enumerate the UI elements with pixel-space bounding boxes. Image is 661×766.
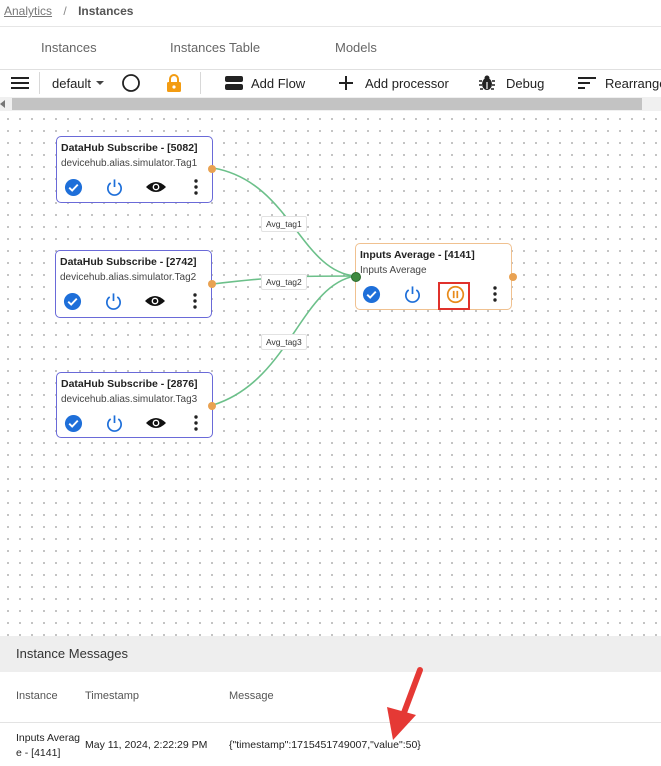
highlight-box	[438, 282, 470, 310]
node-subtitle: devicehub.alias.simulator.Tag1	[61, 158, 198, 169]
node-title: Inputs Average - [4141]	[360, 249, 475, 261]
flow-select-value: default	[52, 75, 92, 91]
flow-select[interactable]: default	[52, 69, 105, 97]
edge-label-avg-tag2[interactable]: Avg_tag2	[261, 274, 307, 290]
add-flow-button[interactable]: Add Flow	[224, 69, 305, 97]
flow-node[interactable]: DataHub Subscribe - [5082] devicehub.ali…	[56, 136, 216, 203]
table-divider	[0, 722, 661, 723]
power-icon[interactable]	[104, 413, 124, 433]
breadcrumb-separator: /	[63, 4, 67, 18]
check-icon[interactable]	[62, 291, 82, 311]
check-icon[interactable]	[361, 284, 381, 304]
rearrange-button[interactable]: Rearrange	[578, 69, 661, 97]
node-title: DataHub Subscribe - [2876]	[61, 378, 198, 390]
tab-models[interactable]: Models	[335, 40, 377, 55]
tab-instances-table[interactable]: Instances Table	[170, 40, 260, 55]
toolbar-divider	[39, 72, 40, 94]
output-port[interactable]	[208, 280, 216, 288]
check-icon[interactable]	[63, 413, 83, 433]
add-flow-icon	[225, 76, 243, 90]
eye-icon[interactable]	[145, 177, 167, 197]
power-icon[interactable]	[104, 177, 124, 197]
node-subtitle: devicehub.alias.simulator.Tag2	[60, 272, 197, 283]
instance-messages-header: Instance Messages	[0, 636, 661, 672]
debug-button[interactable]: Debug	[478, 69, 544, 97]
check-icon[interactable]	[63, 177, 83, 197]
add-processor-label: Add processor	[365, 75, 449, 91]
eye-icon[interactable]	[144, 291, 166, 311]
scroll-left-icon[interactable]	[0, 100, 5, 108]
input-port[interactable]	[351, 272, 361, 282]
eye-icon[interactable]	[145, 413, 167, 433]
column-header-instance: Instance	[16, 690, 58, 702]
tab-bar: Instances Instances Table Models	[0, 26, 661, 70]
output-port[interactable]	[509, 273, 517, 281]
add-flow-label: Add Flow	[251, 75, 306, 91]
messages-table: Instance Timestamp Message Inputs Averag…	[0, 672, 661, 766]
scrollbar-thumb[interactable]	[12, 98, 642, 110]
circle-icon	[122, 74, 140, 92]
edge-label-avg-tag1[interactable]: Avg_tag1	[261, 216, 307, 232]
output-port[interactable]	[208, 165, 216, 173]
bug-icon	[479, 75, 495, 90]
hamburger-icon	[11, 77, 29, 89]
sort-lines-icon	[578, 77, 596, 89]
toolbar-divider	[200, 72, 201, 94]
column-header-timestamp: Timestamp	[85, 690, 139, 702]
column-header-message: Message	[229, 690, 274, 702]
row-message: {"timestamp":1715451749007,"value":50}	[229, 739, 421, 751]
node-title: DataHub Subscribe - [5082]	[61, 142, 198, 154]
breadcrumb-current: Instances	[78, 4, 134, 18]
more-vert-icon[interactable]	[487, 284, 503, 304]
breadcrumb-analytics-link[interactable]: Analytics	[4, 4, 52, 18]
row-instance-line2: e - [4141]	[16, 747, 61, 759]
more-vert-icon[interactable]	[187, 291, 203, 311]
row-instance-line1: Inputs Averag	[16, 732, 81, 744]
power-icon[interactable]	[402, 284, 422, 304]
flow-canvas[interactable]: DataHub Subscribe - [5082] devicehub.ali…	[0, 111, 661, 636]
node-title: DataHub Subscribe - [2742]	[60, 256, 197, 268]
row-timestamp: May 11, 2024, 2:22:29 PM	[85, 739, 208, 751]
horizontal-scrollbar[interactable]	[0, 97, 661, 111]
power-icon[interactable]	[103, 291, 123, 311]
flow-node[interactable]: DataHub Subscribe - [2742] devicehub.ali…	[55, 250, 216, 318]
node-subtitle: devicehub.alias.simulator.Tag3	[61, 394, 198, 405]
toolbar: default Add Flow Add processor Debug Rea…	[0, 69, 661, 97]
lock-icon	[167, 74, 181, 92]
lock-button[interactable]	[165, 69, 183, 97]
debug-label: Debug	[506, 75, 545, 91]
flow-node[interactable]: DataHub Subscribe - [2876] devicehub.ali…	[56, 372, 216, 438]
more-vert-icon[interactable]	[188, 177, 204, 197]
tab-instances[interactable]: Instances	[41, 40, 97, 55]
output-port[interactable]	[208, 402, 216, 410]
edge-label-avg-tag3[interactable]: Avg_tag3	[261, 334, 307, 350]
add-processor-button[interactable]: Add processor	[338, 69, 449, 97]
more-vert-icon[interactable]	[188, 413, 204, 433]
node-subtitle: Inputs Average	[360, 265, 427, 276]
caret-down-icon	[96, 81, 105, 85]
menu-button[interactable]	[10, 69, 30, 97]
status-circle-button[interactable]	[121, 69, 141, 97]
instance-messages-title: Instance Messages	[16, 646, 129, 661]
flow-node-inputs-average[interactable]: Inputs Average - [4141] Inputs Average	[351, 243, 517, 310]
plus-icon	[339, 76, 353, 90]
breadcrumb: Analytics / Instances	[4, 4, 133, 18]
rearrange-label: Rearrange	[605, 75, 661, 91]
